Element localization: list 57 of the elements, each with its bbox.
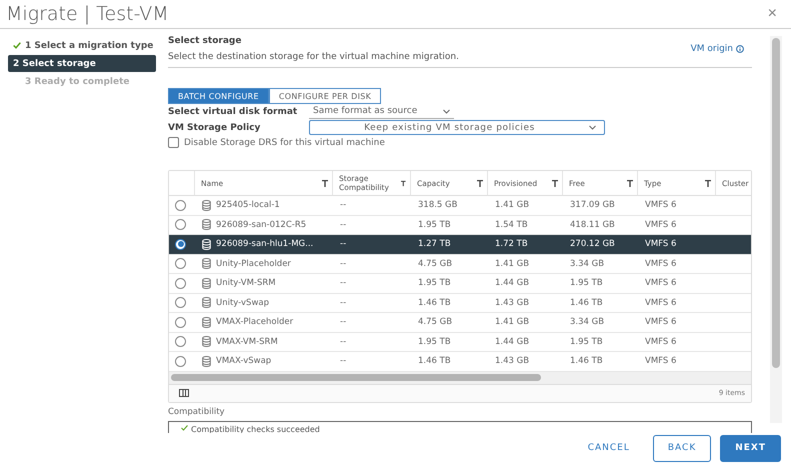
disk-format-dropdown[interactable]: Same format as source [309,104,454,119]
database-icon [202,336,211,348]
vm-origin-link[interactable]: VM origin [690,36,744,62]
radio-button[interactable] [175,297,186,308]
section-title: Select storage [168,36,242,46]
checkbox[interactable] [168,137,179,148]
field-label: VM Storage Policy [168,122,262,133]
cancel-button[interactable]: CANCEL [574,434,644,462]
wizard-step[interactable]: 1 Select a migration type [0,37,156,54]
section-description: Select the destination storage for the virtual machine migration. [168,52,459,62]
filter-icon[interactable] [705,180,711,187]
filter-icon[interactable] [322,180,328,187]
filter-icon[interactable] [477,180,483,187]
radio-button[interactable] [175,258,186,270]
table-row[interactable]: 926089-san-012C-R5 -- 1.95 TB 1.54 TB 418.11 GB VMFS 6 [169,216,751,236]
wizard-button[interactable]: NEXT [720,434,781,462]
window-title: Migrate | Test-VM [6,3,169,25]
filter-icon[interactable] [401,180,406,187]
table-row[interactable]: Unity-Placeholder -- 4.75 GB 1.41 GB 3.34 GB VMFS 6 [169,254,751,274]
database-icon [202,238,211,250]
database-icon [202,316,211,328]
radio-button[interactable] [175,316,186,328]
check-icon [13,42,21,49]
radio-button[interactable] [175,238,186,250]
radio-button[interactable] [175,278,186,289]
columns-icon[interactable] [179,389,189,398]
compatibility-message: Compatibility checks succeeded [191,424,320,433]
database-icon [202,297,211,308]
database-icon [202,278,211,289]
caret-icon [443,108,450,114]
scrollbar-thumb[interactable] [171,374,541,381]
database-icon [202,219,211,230]
radio-button[interactable] [175,219,186,230]
filter-icon[interactable] [552,180,558,187]
table-row[interactable]: Unity-vSwap -- 1.46 TB 1.43 GB 1.46 TB VMFS 6 [169,294,751,314]
config-tab[interactable]: CONFIGURE PER DISK [268,88,382,104]
caret-icon [589,125,596,130]
compatibility-label: Compatibility [168,406,226,417]
check-icon [181,424,188,431]
config-tab[interactable]: BATCH CONFIGURE [168,88,269,104]
wizard-step[interactable]: 2 Select storage [8,55,156,72]
wizard-button[interactable]: BACK [652,434,712,462]
radio-button[interactable] [175,356,186,367]
database-icon [202,200,211,211]
field-label: Select virtual disk format [168,106,298,117]
checkbox-label: Disable Storage DRS for this virtual machine [184,138,385,148]
table-row[interactable]: VMAX-VM-SRM -- 1.95 TB 1.44 GB 1.95 TB VMFS 6 [169,332,751,352]
info-icon [736,45,744,53]
filter-icon[interactable] [627,180,633,187]
table-row[interactable]: 926089-san-hlu1-MG... -- 1.27 TB 1.72 TB 270.12 GB VMFS 6 [169,235,751,255]
storage-policy-dropdown[interactable]: Keep existing VM storage policies [309,120,605,136]
database-icon [202,258,211,270]
scrollbar-thumb[interactable] [772,38,780,368]
radio-button[interactable] [175,200,186,211]
radio-button[interactable] [175,336,186,348]
database-icon [202,356,211,367]
close-button[interactable]: × [768,5,777,23]
